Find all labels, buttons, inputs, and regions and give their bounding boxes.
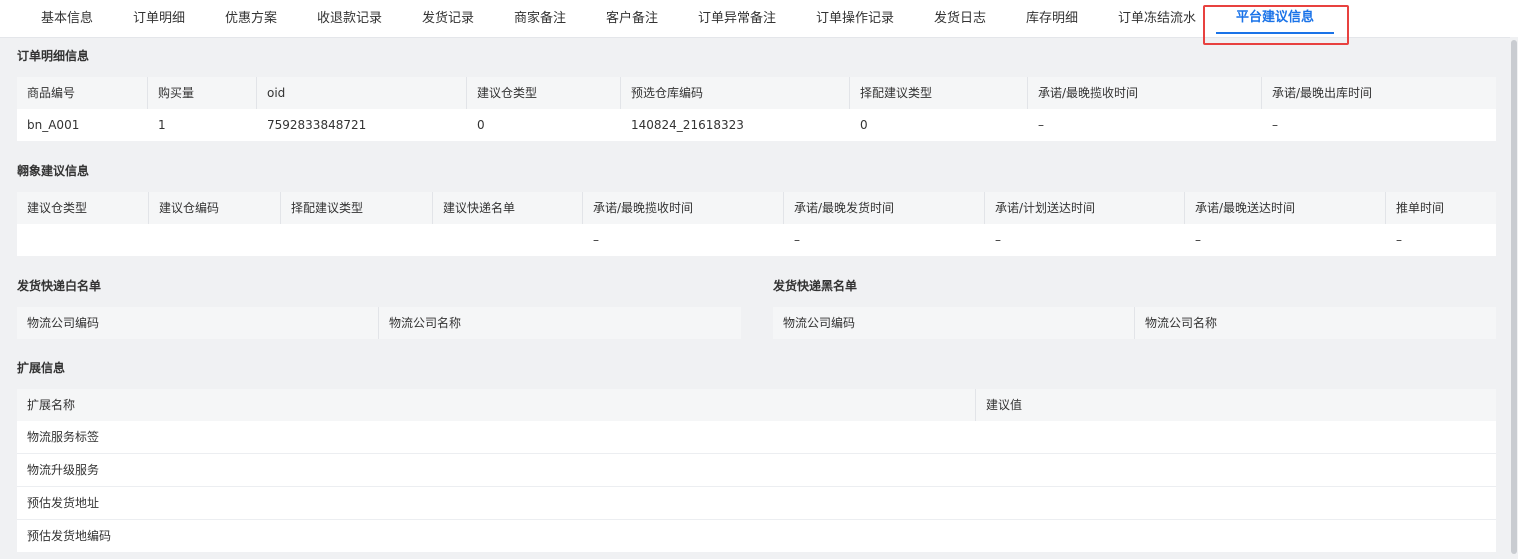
table-cell: – [794,233,800,247]
table-cell: bn_A001 [27,118,80,132]
table-cell: – [1272,118,1278,132]
section-title-whitelist: 发货快递白名单 [17,279,102,293]
tab-inventory-detail[interactable]: 库存明细 [1026,0,1078,37]
table-row: 预估发货地编码 [17,520,1496,552]
section-title-blacklist: 发货快递黑名单 [773,279,858,293]
whitelist-table: 物流公司编码 物流公司名称 [17,307,741,339]
table-header: 建议仓类型 建议仓编码 择配建议类型 建议快递名单 承诺/最晚揽收时间 承诺/最… [17,192,1496,224]
section-title-order-detail: 订单明细信息 [17,49,90,63]
suggestion-table: 建议仓类型 建议仓编码 择配建议类型 建议快递名单 承诺/最晚揽收时间 承诺/最… [17,192,1496,256]
column-header: oid [257,77,467,109]
table-cell: 1 [158,118,166,132]
table-cell: – [1195,233,1201,247]
section-title-suggestion: 翱象建议信息 [17,164,90,178]
column-header: 物流公司名称 [1145,316,1218,330]
column-header: 商品编号 [17,77,148,109]
table-cell: 物流服务标签 [27,430,100,444]
tab-shipping-records[interactable]: 发货记录 [422,0,474,37]
column-header: 推单时间 [1396,201,1445,215]
table-header: 物流公司编码 物流公司名称 [17,307,741,339]
tab-customer-notes[interactable]: 客户备注 [606,0,658,37]
column-header: 承诺/最晚揽收时间 [583,192,784,224]
tab-merchant-notes[interactable]: 商家备注 [514,0,566,37]
column-header: 建议快递名单 [433,192,583,224]
extension-table: 扩展名称 建议值 物流服务标签 物流升级服务 预估发货地址 预估发货地编码 [17,389,1496,553]
tab-shipping-log[interactable]: 发货日志 [934,0,986,37]
scrollbar-thumb[interactable] [1511,40,1517,554]
column-header: 承诺/最晚出库时间 [1272,86,1373,100]
table-row: 物流服务标签 [17,421,1496,453]
table-cell: 0 [477,118,485,132]
table-header: 物流公司编码 物流公司名称 [773,307,1496,339]
table-cell: 预估发货地编码 [27,529,112,543]
column-header: 物流公司编码 [773,307,1135,339]
column-header: 物流公司名称 [389,316,462,330]
tab-bar: 基本信息 订单明细 优惠方案 收退款记录 发货记录 商家备注 客户备注 订单异常… [0,0,1518,38]
table-row: 物流升级服务 [17,454,1496,486]
active-tab-indicator [1216,32,1334,34]
column-header: 建议仓类型 [17,192,149,224]
column-header: 承诺/最晚发货时间 [784,192,985,224]
table-row: 预估发货地址 [17,487,1496,519]
column-header: 择配建议类型 [281,192,433,224]
tab-exception-notes[interactable]: 订单异常备注 [698,0,776,37]
table-cell: – [1038,118,1044,132]
blacklist-table: 物流公司编码 物流公司名称 [773,307,1496,339]
column-header: 承诺/最晚送达时间 [1185,192,1386,224]
column-header: 建议仓编码 [149,192,281,224]
section-title-extension: 扩展信息 [17,361,66,375]
column-header: 扩展名称 [17,389,976,421]
column-header: 承诺/计划送达时间 [985,192,1185,224]
table-cell: 物流升级服务 [27,463,100,477]
table-cell: – [995,233,1001,247]
tab-basic-info[interactable]: 基本信息 [41,0,93,37]
column-header: 建议仓类型 [467,77,621,109]
table-cell: – [1396,233,1402,247]
column-header: 预选仓库编码 [621,77,850,109]
table-cell: 7592833848721 [267,118,367,132]
tab-order-detail[interactable]: 订单明细 [133,0,185,37]
table-header: 扩展名称 建议值 [17,389,1496,421]
order-detail-table: 商品编号 购买量 oid 建议仓类型 预选仓库编码 择配建议类型 承诺/最晚揽收… [17,77,1496,141]
tab-freeze-flow[interactable]: 订单冻结流水 [1118,0,1196,37]
table-cell: – [593,233,599,247]
table-row: bn_A001 1 7592833848721 0 140824_2161832… [17,109,1496,141]
column-header: 物流公司编码 [17,307,379,339]
column-header: 承诺/最晚揽收时间 [1028,77,1262,109]
tab-payment-records[interactable]: 收退款记录 [317,0,382,37]
table-cell: 0 [860,118,868,132]
tab-operation-records[interactable]: 订单操作记录 [816,0,894,37]
table-row: – – – – – [17,224,1496,256]
table-cell: 140824_21618323 [631,118,744,132]
table-cell: 预估发货地址 [27,496,100,510]
column-header: 择配建议类型 [850,77,1028,109]
column-header: 购买量 [148,77,257,109]
column-header: 建议值 [986,398,1023,412]
table-header: 商品编号 购买量 oid 建议仓类型 预选仓库编码 择配建议类型 承诺/最晚揽收… [17,77,1496,109]
tab-discount-plan[interactable]: 优惠方案 [225,0,277,37]
